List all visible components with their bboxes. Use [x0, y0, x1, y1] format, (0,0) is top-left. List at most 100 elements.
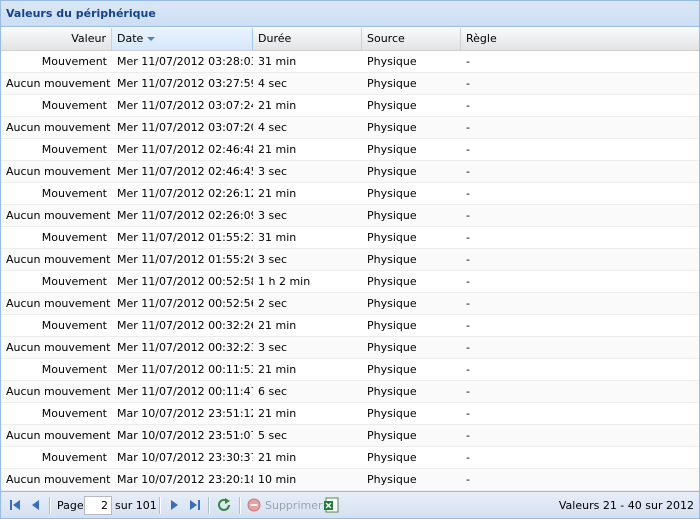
cell-source: Physique	[367, 275, 417, 288]
column-header-valeur[interactable]: Valeur	[1, 28, 112, 50]
cell-date: Mar 10/07/2012 23:30:37	[117, 451, 253, 464]
cell-date: Mar 10/07/2012 23:51:07	[117, 429, 253, 442]
cell-regle: -	[466, 253, 470, 266]
cell-valeur: Mouvement	[41, 451, 107, 464]
page-label: Page	[57, 499, 84, 512]
cell-valeur: Mouvement	[41, 143, 107, 156]
cell-valeur: Aucun mouvement	[6, 341, 111, 354]
cell-source: Physique	[367, 143, 417, 156]
cell-regle: -	[466, 187, 470, 200]
cell-source: Physique	[367, 209, 417, 222]
last-page-icon[interactable]	[187, 497, 203, 513]
cell-regle: -	[466, 341, 470, 354]
cell-date: Mer 11/07/2012 03:28:03	[117, 55, 253, 68]
cell-duree: 21 min	[258, 143, 297, 156]
cell-duree: 2 sec	[258, 297, 288, 310]
cell-source: Physique	[367, 297, 417, 310]
cell-valeur: Aucun mouvement	[6, 473, 111, 486]
first-page-icon[interactable]	[7, 497, 23, 513]
cell-date: Mer 11/07/2012 02:26:12	[117, 187, 253, 200]
toolbar-separator	[208, 497, 210, 514]
table-row[interactable]: Mouvement Mer 11/07/2012 00:11:53 21 min Ph…	[1, 359, 699, 381]
cell-regle: -	[466, 473, 470, 486]
cell-valeur: Aucun mouvement	[6, 429, 111, 442]
table-row[interactable]: Mouvement Mer 11/07/2012 02:26:12 21 min Ph…	[1, 183, 699, 205]
cell-duree: 3 sec	[258, 165, 288, 178]
prev-page-icon[interactable]	[28, 497, 44, 513]
table-row[interactable]: Aucun mouvement Mer 11/07/2012 03:27:59 4 …	[1, 73, 699, 95]
table-row[interactable]: Aucun mouvement Mer 11/07/2012 02:46:45 3 …	[1, 161, 699, 183]
cell-source: Physique	[367, 319, 417, 332]
cell-date: Mer 11/07/2012 02:46:45	[117, 165, 253, 178]
table-row[interactable]: Aucun mouvement Mer 11/07/2012 02:26:09 3 …	[1, 205, 699, 227]
column-header-duree[interactable]: Durée	[253, 28, 362, 50]
cell-duree: 21 min	[258, 319, 297, 332]
cell-duree: 31 min	[258, 55, 297, 68]
grid-body: Mouvement Mer 11/07/2012 03:28:03 31 min Ph…	[1, 51, 699, 491]
column-header-date-label: Date	[117, 32, 144, 45]
cell-date: Mer 11/07/2012 02:46:48	[117, 143, 253, 156]
cell-date: Mer 11/07/2012 03:07:24	[117, 99, 253, 112]
table-row[interactable]: Mouvement Mer 11/07/2012 03:07:24 21 min Ph…	[1, 95, 699, 117]
cell-date: Mer 11/07/2012 00:52:56	[117, 297, 253, 310]
table-row[interactable]: Aucun mouvement Mer 11/07/2012 00:52:56 2 …	[1, 293, 699, 315]
cell-valeur: Mouvement	[41, 231, 107, 244]
excel-export-icon[interactable]	[323, 497, 339, 513]
cell-date: Mar 10/07/2012 23:20:18	[117, 473, 253, 486]
cell-valeur: Mouvement	[41, 407, 107, 420]
table-row[interactable]: Aucun mouvement Mer 11/07/2012 01:55:20 3 …	[1, 249, 699, 271]
cell-date: Mer 11/07/2012 03:27:59	[117, 77, 253, 90]
cell-date: Mer 11/07/2012 00:52:58	[117, 275, 253, 288]
refresh-icon[interactable]	[216, 497, 232, 513]
cell-valeur: Aucun mouvement	[6, 77, 111, 90]
next-page-icon[interactable]	[166, 497, 182, 513]
cell-source: Physique	[367, 253, 417, 266]
paging-toolbar: Page sur 101 Supprimer Valeu	[1, 491, 699, 518]
cell-duree: 21 min	[258, 99, 297, 112]
table-row[interactable]: Mouvement Mar 10/07/2012 23:30:37 21 min Ph…	[1, 447, 699, 469]
table-row[interactable]: Aucun mouvement Mer 11/07/2012 00:11:47 6 …	[1, 381, 699, 403]
column-header-date[interactable]: Date	[112, 28, 253, 50]
table-row[interactable]: Aucun mouvement Mar 10/07/2012 23:51:07 5 …	[1, 425, 699, 447]
page-total: sur 101	[115, 499, 157, 512]
cell-duree: 4 sec	[258, 121, 288, 134]
cell-valeur: Aucun mouvement	[6, 385, 111, 398]
table-row[interactable]: Aucun mouvement Mer 11/07/2012 00:32:23 3 …	[1, 337, 699, 359]
cell-duree: 21 min	[258, 363, 297, 376]
cell-regle: -	[466, 143, 470, 156]
cell-regle: -	[466, 429, 470, 442]
cell-regle: -	[466, 319, 470, 332]
cell-regle: -	[466, 297, 470, 310]
cell-valeur: Aucun mouvement	[6, 165, 111, 178]
device-values-panel: Valeurs du périphérique Valeur Date Duré…	[0, 0, 700, 519]
page-number-input[interactable]	[84, 496, 112, 515]
delete-button-label: Supprimer	[265, 499, 323, 512]
cell-source: Physique	[367, 187, 417, 200]
table-row[interactable]: Aucun mouvement Mar 10/07/2012 23:20:18 10…	[1, 469, 699, 491]
table-row[interactable]: Mouvement Mer 11/07/2012 03:28:03 31 min Ph…	[1, 51, 699, 73]
cell-duree: 3 sec	[258, 341, 288, 354]
cell-regle: -	[466, 209, 470, 222]
table-row[interactable]: Mouvement Mer 11/07/2012 01:55:23 31 min Ph…	[1, 227, 699, 249]
sort-descending-icon	[147, 37, 156, 41]
table-row[interactable]: Mouvement Mer 11/07/2012 02:46:48 21 min Ph…	[1, 139, 699, 161]
table-row[interactable]: Mouvement Mer 11/07/2012 00:52:58 1 h 2 mi…	[1, 271, 699, 293]
cell-source: Physique	[367, 55, 417, 68]
cell-valeur: Aucun mouvement	[6, 209, 111, 222]
cell-date: Mer 11/07/2012 01:55:23	[117, 231, 253, 244]
column-header-source[interactable]: Source	[362, 28, 461, 50]
cell-duree: 21 min	[258, 407, 297, 420]
cell-regle: -	[466, 55, 470, 68]
cell-duree: 21 min	[258, 451, 297, 464]
column-header-regle[interactable]: Règle	[461, 28, 699, 50]
cell-regle: -	[466, 121, 470, 134]
cell-regle: -	[466, 451, 470, 464]
cell-source: Physique	[367, 165, 417, 178]
cell-date: Mer 11/07/2012 00:32:26	[117, 319, 253, 332]
table-row[interactable]: Aucun mouvement Mer 11/07/2012 03:07:20 4 …	[1, 117, 699, 139]
cell-valeur: Mouvement	[41, 55, 107, 68]
cell-regle: -	[466, 77, 470, 90]
table-row[interactable]: Mouvement Mer 11/07/2012 00:32:26 21 min Ph…	[1, 315, 699, 337]
table-row[interactable]: Mouvement Mar 10/07/2012 23:51:12 21 min Ph…	[1, 403, 699, 425]
cell-source: Physique	[367, 407, 417, 420]
